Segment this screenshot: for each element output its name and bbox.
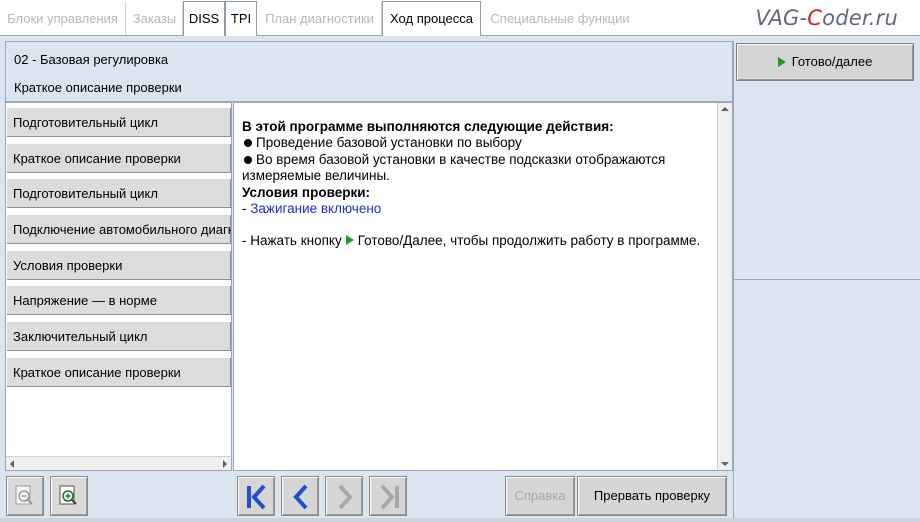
last-page-button[interactable] — [369, 476, 407, 516]
bullet-icon — [244, 155, 252, 164]
right-panel: Готово/далее — [733, 41, 920, 522]
instruction-heading: В этой программе выполняются следующие д… — [242, 119, 614, 134]
zoom-in-button[interactable] — [50, 476, 88, 516]
step-item[interactable]: Краткое описание проверки — [6, 357, 231, 389]
first-page-button[interactable] — [237, 476, 275, 516]
instruction-line: - Нажать кнопку Готово/Далее, чтобы продо… — [242, 233, 701, 249]
scroll-down-arrow-icon[interactable] — [721, 462, 729, 466]
bullet-item: Проведение базовой установки по выбору — [242, 135, 712, 151]
right-panel-divider — [734, 279, 920, 280]
tab-bar: Блоки управления Заказы DISS TPI План ди… — [0, 0, 920, 36]
bullet-item: Во время базовой установки в качестве по… — [242, 151, 666, 184]
next-page-button[interactable] — [325, 476, 363, 516]
help-button[interactable]: Справка — [505, 476, 575, 516]
tab-tpi[interactable]: TPI — [225, 1, 257, 36]
play-icon — [345, 235, 354, 246]
bottom-toolbar: Справка Прервать проверку — [0, 472, 733, 522]
scroll-right-arrow-icon[interactable] — [223, 460, 227, 468]
condition-link[interactable]: Зажигание включено — [250, 201, 381, 216]
zoom-in-icon — [59, 485, 77, 505]
zoom-out-button[interactable] — [6, 476, 44, 516]
zoom-out-icon — [15, 485, 33, 505]
play-icon — [777, 56, 786, 67]
test-subtitle: Краткое описание проверки — [14, 80, 182, 95]
bullet-icon — [244, 139, 252, 148]
tab-orders[interactable]: Заказы — [127, 2, 183, 35]
instruction-text: В этой программе выполняются следующие д… — [242, 119, 712, 250]
step-item[interactable]: Краткое описание проверки — [6, 143, 231, 175]
scroll-left-arrow-icon[interactable] — [10, 460, 14, 468]
previous-page-button[interactable] — [281, 476, 319, 516]
vertical-scrollbar[interactable] — [717, 103, 732, 470]
condition-item: - Зажигание включено — [242, 201, 382, 217]
step-item[interactable]: Условия проверки — [6, 250, 231, 282]
step-list: Подготовительный цикл Краткое описание п… — [5, 102, 232, 471]
chevron-left-icon — [293, 484, 308, 510]
step-item[interactable]: Подготовительный цикл — [6, 107, 231, 139]
step-item[interactable]: Подключение автомобильного диагностическ… — [6, 214, 231, 246]
watermark-logo: VAG-Coder.ru — [755, 6, 898, 30]
step-item[interactable]: Заключительный цикл — [6, 321, 231, 353]
instruction-panel: В этой программе выполняются следующие д… — [233, 102, 733, 471]
step-item[interactable]: Напряжение — в норме — [6, 285, 231, 317]
conditions-heading: Условия проверки: — [242, 184, 370, 200]
abort-test-button[interactable]: Прервать проверку — [577, 476, 727, 516]
skip-first-icon — [247, 484, 266, 510]
scroll-up-arrow-icon[interactable] — [721, 107, 729, 111]
tab-process[interactable]: Ход процесса — [382, 1, 481, 36]
tab-diss[interactable]: DISS — [183, 1, 225, 36]
ready-next-button[interactable]: Готово/далее — [736, 43, 914, 81]
horizontal-scrollbar[interactable] — [6, 456, 231, 470]
tab-control-units[interactable]: Блоки управления — [0, 2, 126, 35]
step-item[interactable]: Подготовительный цикл — [6, 178, 231, 210]
skip-last-icon — [380, 484, 399, 510]
tab-special-functions[interactable]: Специальные функции — [482, 2, 638, 35]
tab-diagnostic-plan[interactable]: План диагностики — [258, 2, 382, 35]
chevron-right-icon — [338, 484, 353, 510]
test-title: 02 - Базовая регулировка — [14, 52, 169, 67]
test-header-panel: 02 - Базовая регулировка Краткое описани… — [5, 41, 733, 102]
status-strip — [0, 518, 920, 522]
ready-next-label: Готово/далее — [791, 54, 873, 69]
